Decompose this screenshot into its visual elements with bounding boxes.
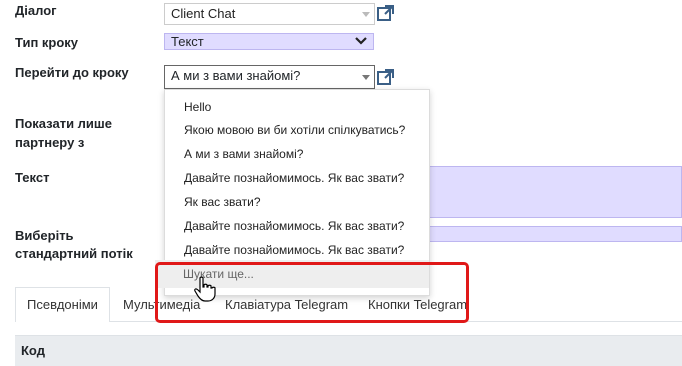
goto-step-input[interactable]: А ми з вами знайомі? xyxy=(164,65,375,89)
dropdown-item[interactable]: Якою мовою ви би хотіли спілкуватись? xyxy=(184,123,405,137)
tab-pseudonyms[interactable]: Псевдоніми xyxy=(27,288,98,322)
chevron-down-icon[interactable] xyxy=(355,37,367,46)
flow-label-line2: стандартний потік xyxy=(15,246,133,261)
dropdown-item[interactable]: Давайте познайомимось. Як вас звати? xyxy=(184,219,404,233)
chevron-down-icon[interactable] xyxy=(362,12,370,17)
external-link-icon[interactable] xyxy=(376,3,396,23)
show-partner-label-line2: партнеру з xyxy=(15,135,85,150)
dropdown-item[interactable]: Давайте познайомимось. Як вас звати? xyxy=(184,243,404,257)
column-header-code[interactable]: Код xyxy=(21,343,45,358)
text-editor-area[interactable] xyxy=(428,166,682,218)
goto-step-label: Перейти до кроку xyxy=(15,65,129,80)
external-link-icon[interactable] xyxy=(376,67,396,87)
show-partner-label-line1: Показати лише xyxy=(15,116,112,131)
goto-step-value: А ми з вами знайомі? xyxy=(171,68,301,83)
dropdown-item[interactable]: Давайте познайомимось. Як вас звати? xyxy=(184,171,404,185)
step-type-select[interactable]: Текст xyxy=(164,33,374,50)
dropdown-item[interactable]: Як вас звати? xyxy=(184,195,261,209)
dialog-value: Client Chat xyxy=(171,6,236,21)
hand-cursor-icon xyxy=(194,276,216,302)
dropdown-item[interactable]: Hello xyxy=(184,100,211,114)
chevron-down-icon[interactable] xyxy=(362,75,370,80)
flow-select-area[interactable] xyxy=(428,226,682,242)
dialog-select[interactable]: Client Chat xyxy=(164,3,375,25)
step-type-value: Текст xyxy=(171,34,204,49)
dialog-label: Діалог xyxy=(15,3,57,18)
text-label: Текст xyxy=(15,170,50,185)
step-type-label: Тип кроку xyxy=(15,35,79,50)
dropdown-item[interactable]: А ми з вами знайомі? xyxy=(184,147,303,161)
table-header: Код xyxy=(15,335,682,366)
